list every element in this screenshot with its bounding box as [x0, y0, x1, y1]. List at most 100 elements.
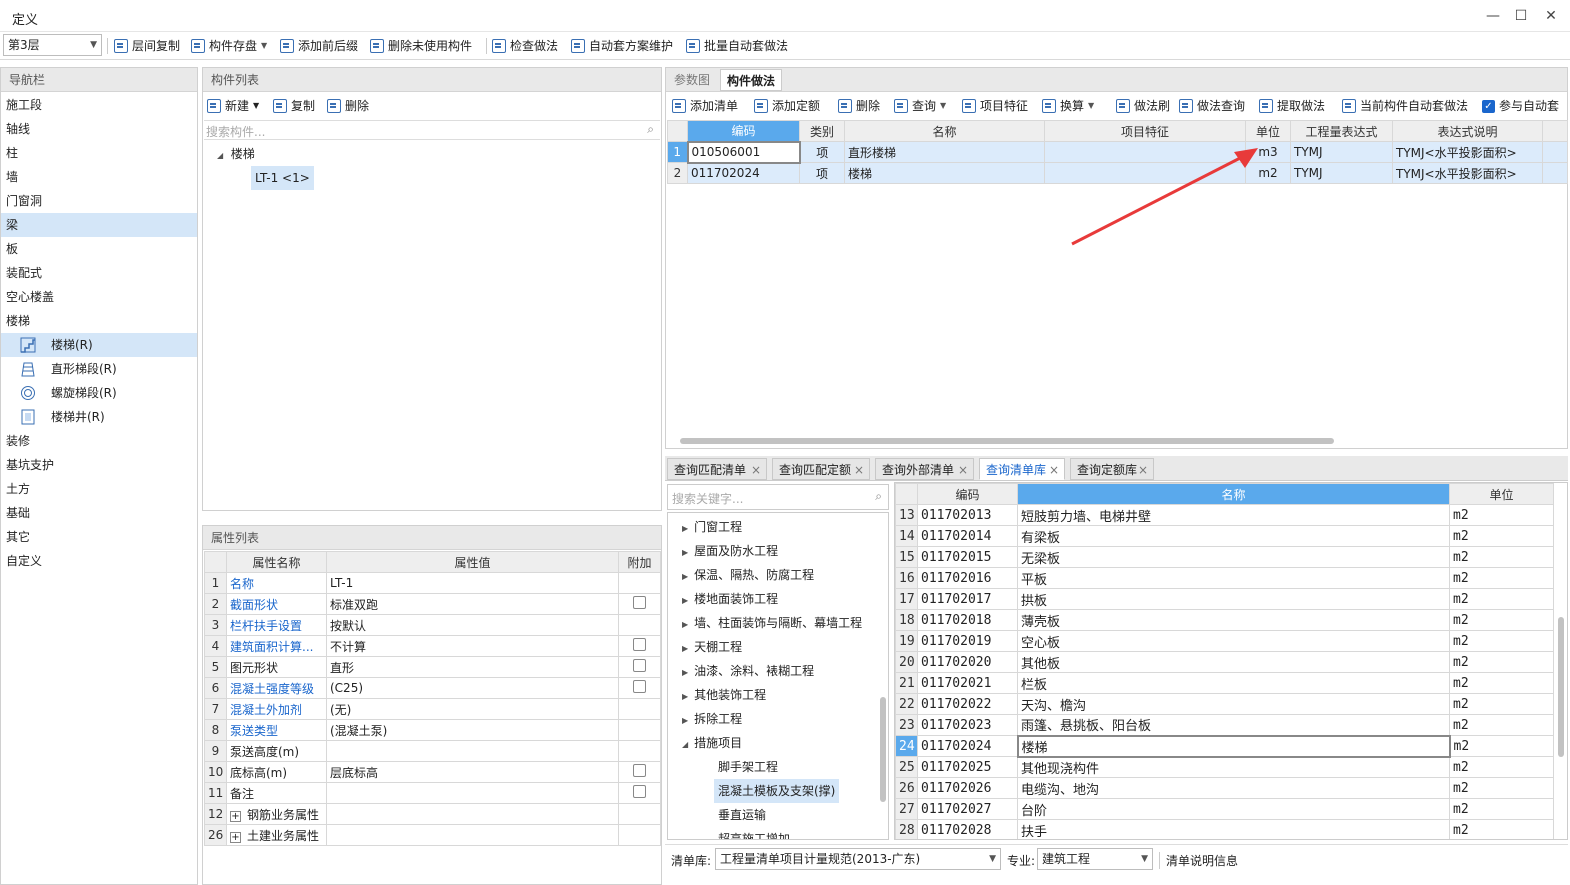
- query-row[interactable]: 15 011702015 无梁板 m2: [895, 546, 1554, 568]
- query-name[interactable]: 有梁板: [1017, 525, 1450, 547]
- method-expression-desc[interactable]: TYMJ<水平投影面积>: [1392, 162, 1543, 184]
- query-code[interactable]: 011702015: [917, 546, 1018, 568]
- query-name[interactable]: 楼梯: [1016, 734, 1451, 758]
- property-row[interactable]: 4 建筑面积计算... 不计算: [204, 635, 661, 657]
- query-row[interactable]: 24 011702024 楼梯 m2: [895, 734, 1554, 758]
- query-unit[interactable]: m2: [1449, 609, 1554, 631]
- add-quota-button[interactable]: 添加定额: [754, 96, 820, 116]
- nav-item-0[interactable]: 施工段: [1, 93, 197, 117]
- close-icon[interactable]: ×: [1049, 459, 1059, 481]
- nav-sub-item-3[interactable]: 楼梯井(R): [1, 405, 197, 429]
- query-unit[interactable]: m2: [1449, 735, 1554, 757]
- query-name[interactable]: 栏板: [1017, 672, 1450, 694]
- nav-item-after-3[interactable]: 基础: [1, 501, 197, 525]
- query-row[interactable]: 25 011702025 其他现浇构件 m2: [895, 756, 1554, 778]
- query-row[interactable]: 14 011702014 有梁板 m2: [895, 525, 1554, 547]
- nav-item-after-2[interactable]: 土方: [1, 477, 197, 501]
- method-code[interactable]: 010506001: [686, 140, 801, 164]
- property-value[interactable]: 标准双跑: [326, 593, 619, 615]
- property-row[interactable]: 12 + 钢筋业务属性: [204, 803, 661, 825]
- query-search-input[interactable]: 搜索关键字...: [672, 490, 743, 507]
- close-icon[interactable]: ×: [751, 459, 761, 481]
- query-tree-node[interactable]: ▶ 门窗工程: [682, 515, 742, 539]
- query-search[interactable]: 搜索关键字... ⌕: [667, 484, 889, 510]
- method-name[interactable]: 楼梯: [844, 162, 1045, 184]
- query-code[interactable]: 011702018: [917, 609, 1018, 631]
- query-code[interactable]: 011702027: [917, 798, 1018, 820]
- query-tree-node[interactable]: ◢ 措施项目: [682, 731, 742, 755]
- query-code[interactable]: 011702016: [917, 567, 1018, 589]
- property-row[interactable]: 2 截面形状 标准双跑: [204, 593, 661, 615]
- query-button[interactable]: 查询 ▼: [894, 96, 946, 116]
- query-tree-node[interactable]: ▶ 天棚工程: [682, 635, 742, 659]
- query-tab-3[interactable]: 查询清单库 ×: [979, 458, 1065, 480]
- query-code[interactable]: 011702021: [917, 672, 1018, 694]
- extra-checkbox[interactable]: [633, 659, 646, 672]
- nav-item-after-0[interactable]: 装修: [1, 429, 197, 453]
- query-unit[interactable]: m2: [1449, 798, 1554, 820]
- property-value[interactable]: [326, 782, 619, 804]
- query-row[interactable]: 27 011702027 台阶 m2: [895, 798, 1554, 820]
- property-row[interactable]: 5 图元形状 直形: [204, 656, 661, 678]
- maximize-icon[interactable]: ☐: [1508, 6, 1534, 26]
- property-row[interactable]: 11 备注: [204, 782, 661, 804]
- property-value[interactable]: LT-1: [326, 572, 619, 594]
- property-row[interactable]: 7 混凝土外加剂 (无): [204, 698, 661, 720]
- query-row[interactable]: 26 011702026 电缆沟、地沟 m2: [895, 777, 1554, 799]
- extra-checkbox[interactable]: [633, 764, 646, 777]
- nav-item-2[interactable]: 柱: [1, 141, 197, 165]
- property-row[interactable]: 8 泵送类型 (混凝土泵): [204, 719, 661, 741]
- extract-method-button[interactable]: 提取做法: [1259, 96, 1325, 116]
- list-scrollbar[interactable]: [1558, 617, 1564, 757]
- method-brush-button[interactable]: 做法刷: [1116, 96, 1170, 116]
- search-icon[interactable]: ⌕: [875, 489, 882, 504]
- nav-item-5[interactable]: 梁: [1, 213, 197, 237]
- auto-participate-checkbox[interactable]: ✓ 参与自动套: [1482, 96, 1559, 116]
- expand-plus-icon[interactable]: +: [230, 831, 241, 843]
- query-name[interactable]: 其他板: [1017, 651, 1450, 673]
- method-code[interactable]: 011702024: [687, 162, 800, 184]
- query-tab-1[interactable]: 查询匹配定额 ×: [772, 458, 870, 480]
- check-method-button[interactable]: 检查做法: [492, 36, 558, 56]
- query-tree-node[interactable]: ▶ 拆除工程: [682, 707, 742, 731]
- property-row[interactable]: 3 栏杆扶手设置 按默认: [204, 614, 661, 636]
- tree-node-lt1[interactable]: LT-1 <1>: [251, 166, 314, 190]
- query-name[interactable]: 拱板: [1017, 588, 1450, 610]
- property-value[interactable]: 直形: [326, 656, 619, 678]
- query-row[interactable]: 23 011702023 雨篷、悬挑板、阳台板 m2: [895, 714, 1554, 736]
- method-type[interactable]: 项: [799, 162, 845, 184]
- query-unit[interactable]: m2: [1449, 567, 1554, 589]
- query-tab-0[interactable]: 查询匹配清单 ×: [667, 458, 767, 480]
- nav-sub-item-2[interactable]: 螺旋梯段(R): [1, 381, 197, 405]
- query-code[interactable]: 011702026: [917, 777, 1018, 799]
- nav-item-after-4[interactable]: 其它: [1, 525, 197, 549]
- query-row[interactable]: 13 011702013 短肢剪力墙、电梯井壁 m2: [895, 504, 1554, 526]
- property-value[interactable]: [326, 803, 619, 825]
- query-code[interactable]: 011702019: [917, 630, 1018, 652]
- search-icon[interactable]: ⌕: [647, 122, 654, 137]
- item-feature-button[interactable]: 项目特征: [962, 96, 1028, 116]
- nav-item-6[interactable]: 板: [1, 237, 197, 261]
- nav-item-8[interactable]: 空心楼盖: [1, 285, 197, 309]
- query-tree-child[interactable]: 垂直运输: [714, 803, 770, 827]
- property-value[interactable]: (C25): [326, 677, 619, 699]
- minimize-icon[interactable]: —: [1480, 6, 1506, 26]
- query-unit[interactable]: m2: [1449, 777, 1554, 799]
- query-name[interactable]: 平板: [1017, 567, 1450, 589]
- query-tree-child[interactable]: 超高施工增加: [714, 827, 794, 839]
- lib-select[interactable]: 工程量清单项目计量规范(2013-广东) ▼: [715, 848, 1001, 870]
- property-value[interactable]: (混凝土泵): [326, 719, 619, 741]
- delete-button[interactable]: 删除: [327, 96, 369, 116]
- nav-item-4[interactable]: 门窗洞: [1, 189, 197, 213]
- query-tree-node[interactable]: ▶ 其他装饰工程: [682, 683, 766, 707]
- horizontal-scrollbar[interactable]: [680, 438, 1334, 444]
- query-tree-child[interactable]: 混凝土模板及支架(撑): [714, 779, 840, 803]
- nav-item-1[interactable]: 轴线: [1, 117, 197, 141]
- query-unit[interactable]: m2: [1449, 756, 1554, 778]
- tree-node-stairs[interactable]: ◢ 楼梯: [217, 142, 255, 166]
- query-tree-node[interactable]: ▶ 屋面及防水工程: [682, 539, 778, 563]
- add-prefix-suffix-button[interactable]: 添加前后缀: [280, 36, 358, 56]
- query-code[interactable]: 011702017: [917, 588, 1018, 610]
- method-expression[interactable]: TYMJ: [1290, 162, 1393, 184]
- query-name[interactable]: 电缆沟、地沟: [1017, 777, 1450, 799]
